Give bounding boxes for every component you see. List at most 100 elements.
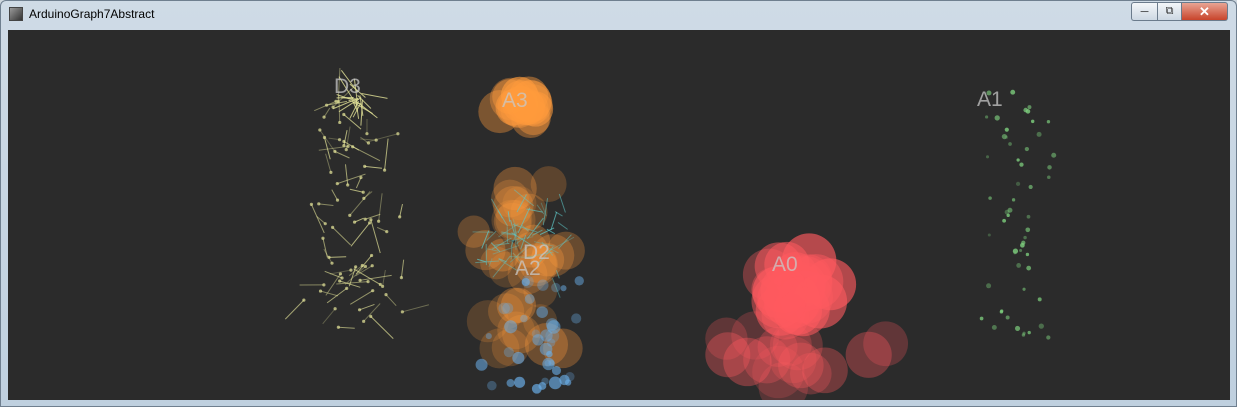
trace-d3 xyxy=(364,165,382,169)
particle-d3 xyxy=(330,261,334,265)
trace-d3 xyxy=(370,315,394,339)
particle-a1 xyxy=(991,324,997,330)
particle-a2 xyxy=(520,314,528,323)
trace-d3 xyxy=(378,193,383,222)
particle-a1 xyxy=(985,155,990,159)
particle-d3 xyxy=(329,170,333,174)
window-title: ArduinoGraph7Abstract xyxy=(29,7,155,21)
trace-d3 xyxy=(344,164,349,186)
particle-a1 xyxy=(1047,175,1051,180)
particle-a2 xyxy=(524,293,535,304)
particle-a1 xyxy=(1022,287,1026,291)
close-button[interactable]: ✕ xyxy=(1182,2,1228,21)
particle-d3 xyxy=(338,120,342,125)
particle-d3 xyxy=(366,141,371,145)
particle-a1 xyxy=(1046,120,1051,124)
particle-a1 xyxy=(986,283,992,289)
trace-d3 xyxy=(318,203,334,206)
particle-d3 xyxy=(324,103,329,107)
particle-d3 xyxy=(363,164,367,168)
particle-d3 xyxy=(322,283,326,287)
trace-d3 xyxy=(331,189,338,201)
particle-d3 xyxy=(371,289,375,293)
particle-d3 xyxy=(370,264,374,268)
particle-a1 xyxy=(1006,213,1010,218)
title-bar[interactable]: ArduinoGraph7Abstract ─ ⧉ ✕ xyxy=(1,1,1236,29)
particle-a1 xyxy=(1013,251,1017,255)
particle-a1 xyxy=(1015,181,1021,186)
particle-a2 xyxy=(544,359,552,367)
window-controls: ─ ⧉ ✕ xyxy=(1131,2,1228,21)
particle-a1 xyxy=(1037,297,1042,302)
particle-a1 xyxy=(988,196,992,200)
trace-d3 xyxy=(382,269,386,287)
particle-a0 xyxy=(775,276,823,324)
particle-a2 xyxy=(506,379,515,388)
particle-a2 xyxy=(560,285,567,292)
particle-d3 xyxy=(345,286,349,290)
particle-d3 xyxy=(361,190,365,194)
particle-d3 xyxy=(336,325,340,329)
trace-d2 xyxy=(550,211,558,231)
particle-d3 xyxy=(327,255,331,259)
app-window: ArduinoGraph7Abstract ─ ⧉ ✕ D3 A3 A1 D2 … xyxy=(0,0,1237,407)
particle-a1 xyxy=(1025,227,1031,233)
particle-a1 xyxy=(1019,248,1023,253)
channel-label-d3: D3 xyxy=(334,75,361,98)
trace-d3 xyxy=(328,137,340,141)
particle-d3 xyxy=(346,183,350,187)
particle-a2 xyxy=(559,374,570,386)
trace-d3 xyxy=(370,219,381,254)
particle-a1 xyxy=(1028,184,1033,190)
particle-d3 xyxy=(374,138,378,142)
particle-a1 xyxy=(1019,162,1024,167)
maximize-button[interactable]: ⧉ xyxy=(1157,2,1182,21)
particle-d3 xyxy=(357,308,362,312)
particle-d3 xyxy=(342,139,346,144)
channel-label-a1: A1 xyxy=(977,88,1003,111)
particle-a1 xyxy=(999,310,1004,314)
particle-a1 xyxy=(1023,235,1027,240)
trace-d3 xyxy=(355,177,362,189)
app-icon xyxy=(9,7,23,21)
particle-d3 xyxy=(385,230,389,234)
particle-d3 xyxy=(333,307,337,311)
trace-d3 xyxy=(355,100,378,119)
trace-d3 xyxy=(323,107,331,118)
trace-d3 xyxy=(385,294,397,307)
particle-d3 xyxy=(382,168,387,172)
trace-d3 xyxy=(336,281,369,285)
particle-d3 xyxy=(369,218,373,222)
particle-d3 xyxy=(334,99,338,103)
particle-a1 xyxy=(1004,135,1009,139)
particle-a2 xyxy=(532,334,544,346)
particle-d3 xyxy=(366,279,370,284)
particle-d3 xyxy=(337,138,342,142)
particle-a0 xyxy=(845,331,892,378)
particle-a1 xyxy=(979,316,984,321)
trace-d3 xyxy=(334,150,350,159)
particle-a1 xyxy=(994,115,1000,121)
particle-d3 xyxy=(323,222,327,226)
particle-d3 xyxy=(318,289,323,293)
trace-d3 xyxy=(325,153,332,173)
particle-a1 xyxy=(1014,325,1021,331)
graph-canvas[interactable]: D3 A3 A1 D2 A2 A0 xyxy=(8,30,1230,400)
particle-d3 xyxy=(342,112,346,117)
particle-d3 xyxy=(377,219,381,223)
restore-icon: ⧉ xyxy=(1165,5,1174,17)
particle-d3 xyxy=(331,225,335,229)
minimize-button[interactable]: ─ xyxy=(1131,2,1157,21)
particle-d3 xyxy=(384,293,388,297)
particle-a3 xyxy=(530,166,567,203)
particle-d3 xyxy=(302,298,306,302)
particle-a2 xyxy=(512,351,525,365)
channel-label-a2: A2 xyxy=(515,257,541,280)
particle-a3 xyxy=(491,179,529,218)
trace-d3 xyxy=(310,204,325,234)
particle-d3 xyxy=(368,221,372,225)
particle-d3 xyxy=(358,278,362,282)
trace-d3 xyxy=(338,326,355,329)
particle-a1 xyxy=(1007,207,1013,213)
particle-d3 xyxy=(378,282,382,287)
